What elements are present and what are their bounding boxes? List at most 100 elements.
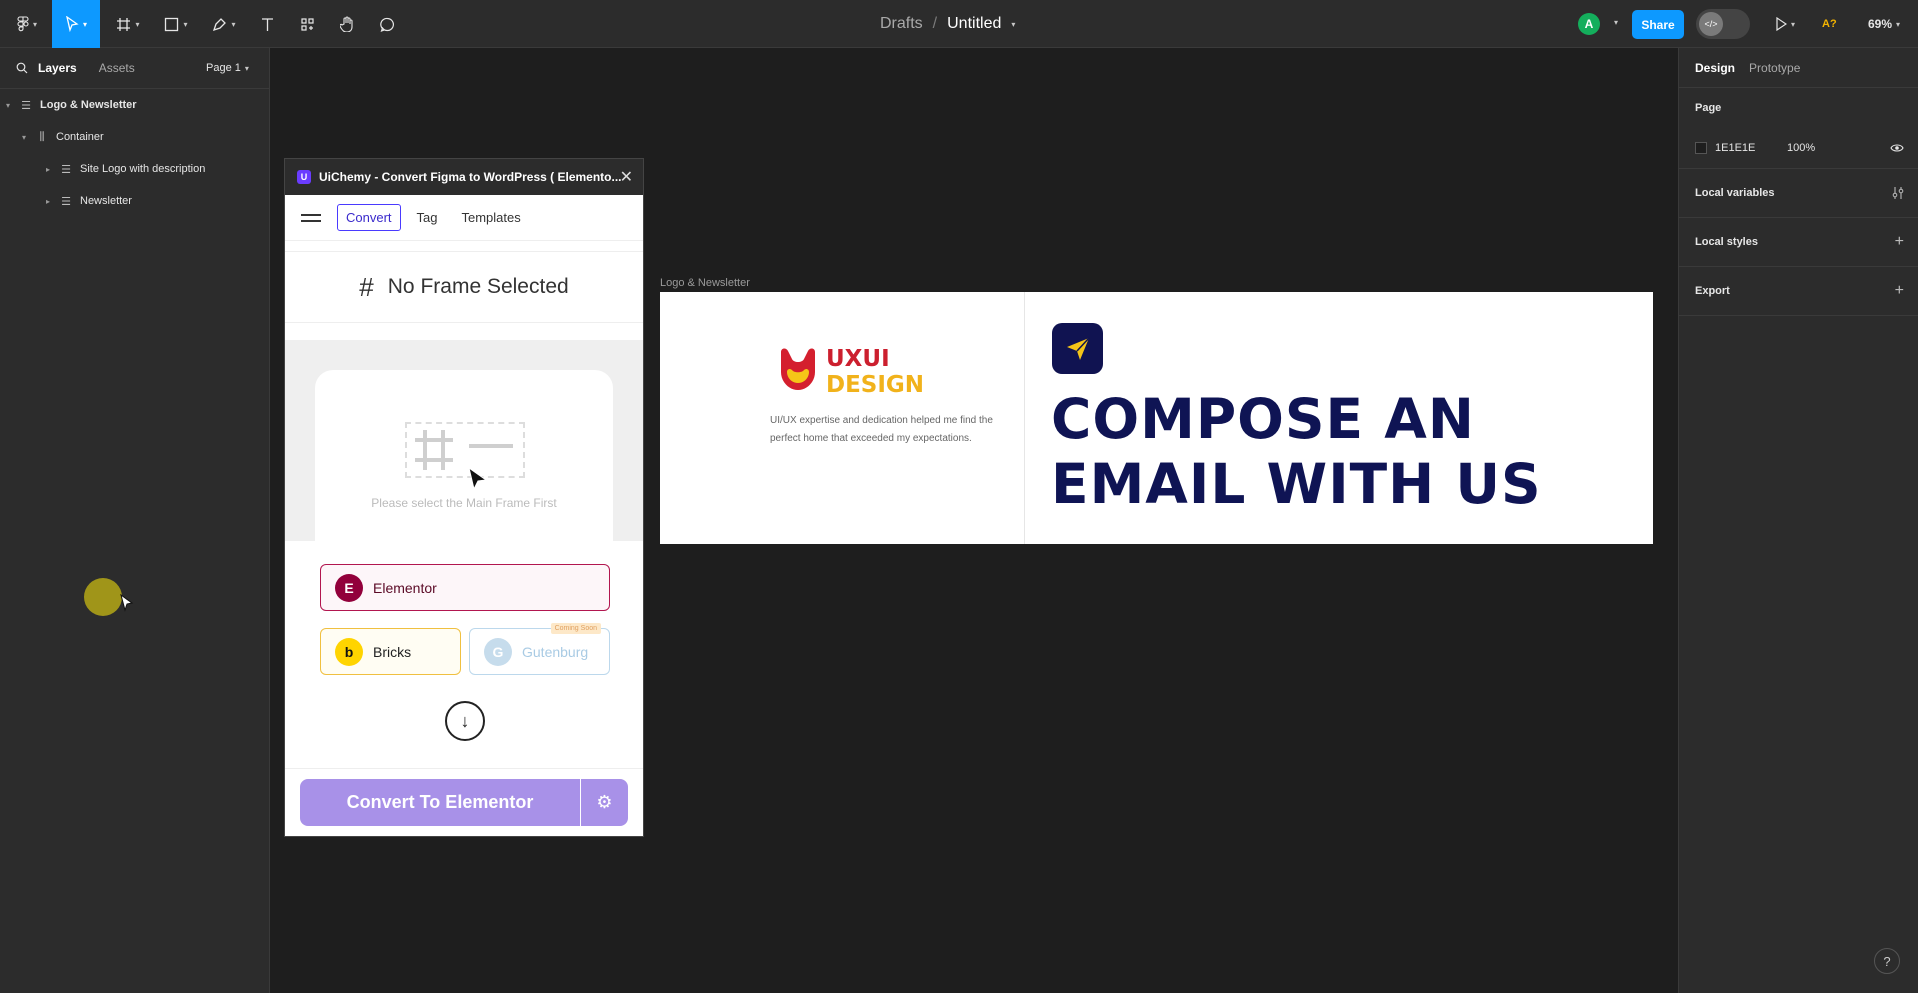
page-color-value[interactable]: 1E1E1E [1715, 142, 1787, 154]
breadcrumb-separator: / [932, 15, 938, 32]
auto-layout-vertical-icon: ☰ [61, 163, 71, 176]
logo-newsletter-frame[interactable]: UXUI DESIGN UI/UX expertise and dedicati… [660, 292, 1653, 544]
chevron-down-icon: ▾ [1896, 19, 1901, 29]
collapse-caret-icon[interactable]: ▸ [42, 197, 54, 206]
main-menu-button[interactable]: ▾ [10, 0, 44, 48]
elementor-icon: E [335, 573, 363, 602]
help-button[interactable]: ? [1874, 948, 1900, 974]
logo-description: UI/UX expertise and dedication helped me… [770, 415, 993, 444]
collapse-caret-icon[interactable]: ▸ [42, 165, 54, 174]
bricks-label: Bricks [373, 643, 412, 660]
file-name[interactable]: Untitled [947, 15, 1001, 33]
bricks-option[interactable]: b Bricks [320, 628, 461, 675]
share-button[interactable]: Share [1632, 10, 1684, 39]
page-opacity-value[interactable]: 100% [1787, 142, 1815, 154]
components-icon [300, 17, 314, 31]
zoom-level[interactable]: 69% ▾ [1868, 0, 1900, 48]
hand-tool-button[interactable] [334, 0, 360, 48]
uxui-logo-icon [781, 348, 815, 390]
close-icon[interactable]: ✕ [620, 159, 633, 195]
local-styles-section[interactable]: Local styles + [1679, 218, 1918, 267]
text-tool-button[interactable] [254, 0, 280, 48]
hand-icon [339, 16, 353, 32]
dev-mode-toggle[interactable]: </> [1696, 9, 1750, 39]
arrow-down-icon[interactable]: ↓ [445, 701, 485, 741]
elementor-option[interactable]: E Elementor [320, 564, 610, 611]
frame-tool-button[interactable]: ▾ [110, 0, 146, 48]
export-section[interactable]: Export + [1679, 267, 1918, 316]
frame-hash-icon [117, 17, 131, 31]
logo-wordmark: UXUI DESIGN [826, 346, 924, 398]
layer-label: Site Logo with description [80, 163, 206, 175]
plugin-nav: Convert Tag Templates [285, 195, 643, 241]
layer-label: Logo & Newsletter [40, 99, 137, 111]
tab-prototype[interactable]: Prototype [1749, 61, 1800, 75]
rectangle-icon [165, 17, 179, 31]
design-panel: Design Prototype Page 1E1E1E 100% Local … [1678, 48, 1918, 993]
page-section-title: Page [1695, 102, 1722, 114]
bricks-icon: b [335, 637, 363, 666]
page-selector-label: Page 1 [206, 62, 241, 74]
top-toolbar: ▾ ▾ ▾ ▾ ▾ Drafts / Untitled ▾ A ▾ Share … [0, 0, 1918, 48]
page-fill-row[interactable]: 1E1E1E 100% [1695, 128, 1904, 168]
expand-caret-icon[interactable]: ▾ [2, 101, 14, 110]
shape-tool-button[interactable]: ▾ [158, 0, 194, 48]
present-button[interactable]: ▾ [1770, 0, 1800, 48]
gutenburg-icon: G [484, 637, 512, 666]
local-styles-title: Local styles [1695, 236, 1758, 248]
layer-row-logo-newsletter[interactable]: ▾ ☰ Logo & Newsletter [0, 89, 269, 121]
comment-tool-button[interactable] [374, 0, 400, 48]
chevron-down-icon: ▾ [135, 19, 140, 29]
gutenburg-option: G Gutenburg Coming Soon [469, 623, 610, 675]
frame-hash-icon: # [359, 271, 374, 302]
plus-icon[interactable]: + [1895, 267, 1904, 315]
chevron-down-icon: ▾ [82, 19, 87, 29]
play-icon [1776, 17, 1787, 31]
breadcrumb: Drafts / Untitled ▾ [880, 0, 1015, 48]
figma-logo-icon [17, 16, 29, 32]
tab-layers[interactable]: Layers [38, 61, 77, 75]
eye-icon[interactable] [1890, 143, 1904, 153]
layer-row-container[interactable]: ▾ ⫼ Container [0, 121, 269, 153]
move-tool-button[interactable]: ▾ [52, 0, 100, 48]
resources-button[interactable] [294, 0, 320, 48]
logo-line-design: DESIGN [826, 372, 925, 398]
page-color-swatch[interactable] [1695, 142, 1707, 154]
auto-layout-horizontal-icon: ⫼ [39, 130, 45, 143]
auto-layout-vertical-icon: ☰ [21, 99, 31, 112]
plugin-title-bar[interactable]: U UiChemy - Convert Figma to WordPress (… [285, 159, 643, 195]
gear-icon[interactable]: ⚙ [581, 779, 628, 826]
tab-templates[interactable]: Templates [454, 205, 529, 230]
tab-tag[interactable]: Tag [409, 205, 446, 230]
local-variables-section[interactable]: Local variables [1679, 169, 1918, 218]
search-icon[interactable] [16, 62, 28, 74]
right-panel-tabs: Design Prototype [1679, 48, 1918, 88]
layer-row-newsletter[interactable]: ▸ ☰ Newsletter [0, 185, 269, 217]
frame-label[interactable]: Logo & Newsletter [660, 277, 750, 289]
plus-icon[interactable]: + [1895, 218, 1904, 266]
chevron-down-icon[interactable]: ▾ [1011, 20, 1015, 29]
convert-to-elementor-button[interactable]: Convert To Elementor [300, 779, 580, 826]
comment-icon [379, 17, 394, 32]
avatar[interactable]: A [1578, 13, 1600, 35]
sliders-icon[interactable] [1892, 169, 1904, 217]
chevron-down-icon[interactable]: ▾ [1614, 18, 1618, 27]
frame-preview-area: Please select the Main Frame First [285, 340, 643, 541]
tab-convert[interactable]: Convert [337, 204, 401, 231]
missing-fonts-indicator[interactable]: A? [1822, 0, 1837, 48]
layer-label: Container [56, 131, 104, 143]
tab-assets[interactable]: Assets [99, 61, 135, 75]
layer-row-site-logo[interactable]: ▸ ☰ Site Logo with description [0, 153, 269, 185]
mouse-pointer-icon [468, 466, 488, 491]
mouse-pointer-icon [120, 594, 134, 612]
pen-tool-button[interactable]: ▾ [206, 0, 242, 48]
gutenburg-label: Gutenburg [522, 643, 589, 660]
text-icon [261, 17, 273, 31]
page-selector[interactable]: Page 1 ▾ [206, 48, 249, 88]
expand-caret-icon[interactable]: ▾ [18, 133, 30, 142]
tab-design[interactable]: Design [1695, 61, 1735, 75]
zoom-value: 69% [1868, 17, 1893, 31]
breadcrumb-drafts[interactable]: Drafts [880, 15, 923, 33]
hamburger-menu-icon[interactable] [301, 210, 321, 226]
layers-panel: Layers Assets Page 1 ▾ ▾ ☰ Logo & Newslet… [0, 48, 270, 993]
